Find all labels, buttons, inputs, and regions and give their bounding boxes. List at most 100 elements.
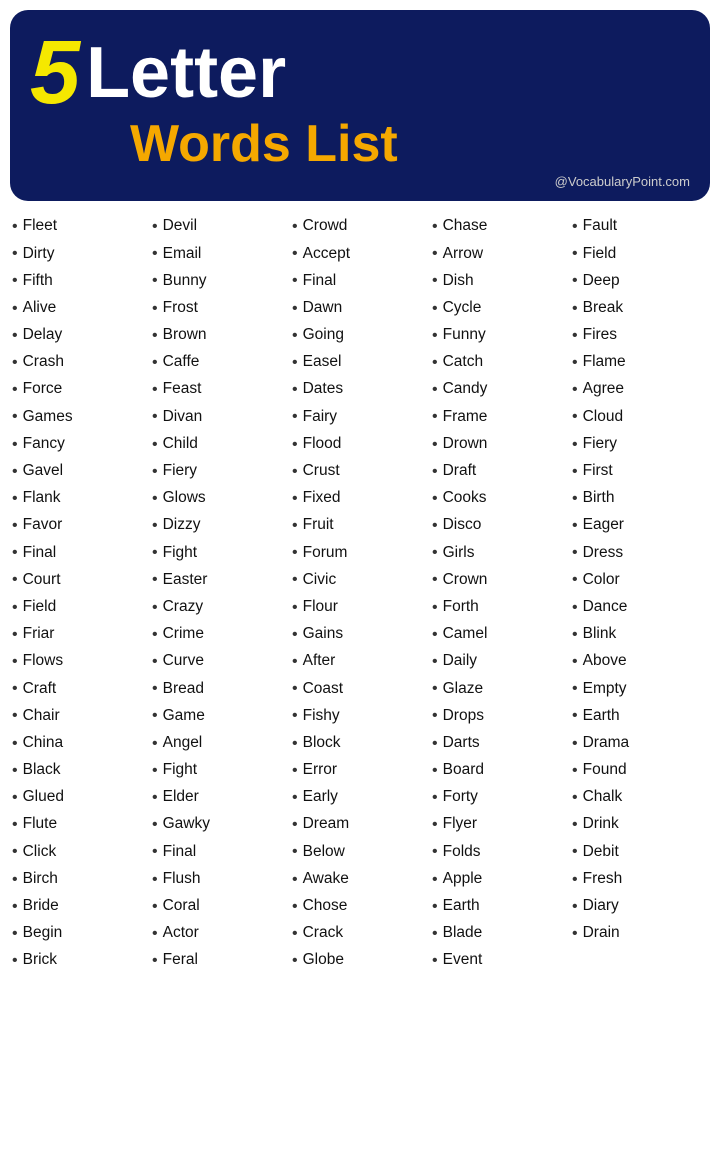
list-item: •Deep bbox=[572, 267, 708, 294]
bullet-icon: • bbox=[572, 487, 578, 510]
list-item: •Craft bbox=[12, 675, 148, 702]
list-item: •Cooks bbox=[432, 485, 568, 512]
bullet-icon: • bbox=[12, 623, 18, 646]
bullet-icon: • bbox=[572, 269, 578, 292]
list-item: •Earth bbox=[432, 893, 568, 920]
header-website: @VocabularyPoint.com bbox=[30, 174, 690, 189]
word-text: Fleet bbox=[23, 215, 57, 237]
word-text: Fairy bbox=[303, 406, 337, 428]
list-item: •Fires bbox=[572, 322, 708, 349]
bullet-icon: • bbox=[152, 487, 158, 510]
word-text: Girls bbox=[443, 542, 475, 564]
word-column-1: •Fleet•Dirty•Fifth•Alive•Delay•Crash•For… bbox=[10, 213, 150, 974]
content-area: •Fleet•Dirty•Fifth•Alive•Delay•Crash•For… bbox=[0, 209, 720, 984]
bullet-icon: • bbox=[572, 378, 578, 401]
bullet-icon: • bbox=[292, 677, 298, 700]
bullet-icon: • bbox=[152, 949, 158, 972]
word-text: Board bbox=[443, 759, 484, 781]
list-item: •Coral bbox=[152, 893, 288, 920]
bullet-icon: • bbox=[432, 922, 438, 945]
list-item: •Flour bbox=[292, 594, 428, 621]
list-item: •Dress bbox=[572, 539, 708, 566]
list-item: •Chose bbox=[292, 893, 428, 920]
word-text: Error bbox=[303, 759, 337, 781]
bullet-icon: • bbox=[432, 704, 438, 727]
bullet-icon: • bbox=[12, 242, 18, 265]
list-item: •Crime bbox=[152, 621, 288, 648]
word-text: Dress bbox=[583, 542, 623, 564]
bullet-icon: • bbox=[292, 840, 298, 863]
bullet-icon: • bbox=[152, 324, 158, 347]
word-text: Eager bbox=[583, 514, 624, 536]
list-item: •Frost bbox=[152, 295, 288, 322]
list-item: •Elder bbox=[152, 784, 288, 811]
word-text: Chair bbox=[23, 705, 60, 727]
bullet-icon: • bbox=[152, 786, 158, 809]
list-item: •Fishy bbox=[292, 702, 428, 729]
list-item: •Dizzy bbox=[152, 512, 288, 539]
word-text: Drama bbox=[583, 732, 630, 754]
list-item: •Dirty bbox=[12, 240, 148, 267]
bullet-icon: • bbox=[12, 704, 18, 727]
word-text: Brick bbox=[23, 949, 57, 971]
list-item: •Bunny bbox=[152, 267, 288, 294]
word-text: Curve bbox=[163, 650, 204, 672]
word-text: Debit bbox=[583, 841, 619, 863]
list-item: •Forty bbox=[432, 784, 568, 811]
word-text: Favor bbox=[23, 514, 63, 536]
list-item: •Dawn bbox=[292, 295, 428, 322]
word-text: Empty bbox=[583, 678, 627, 700]
word-text: Fresh bbox=[583, 868, 623, 890]
bullet-icon: • bbox=[572, 922, 578, 945]
bullet-icon: • bbox=[12, 786, 18, 809]
word-grid: •Fleet•Dirty•Fifth•Alive•Delay•Crash•For… bbox=[10, 213, 710, 974]
bullet-icon: • bbox=[12, 514, 18, 537]
word-text: Blade bbox=[443, 922, 483, 944]
bullet-icon: • bbox=[292, 895, 298, 918]
word-text: Games bbox=[23, 406, 73, 428]
word-text: Begin bbox=[23, 922, 63, 944]
list-item: •Email bbox=[152, 240, 288, 267]
bullet-icon: • bbox=[292, 378, 298, 401]
word-text: Dizzy bbox=[163, 514, 201, 536]
word-text: Deep bbox=[583, 270, 620, 292]
list-item: •Crazy bbox=[152, 594, 288, 621]
word-text: Crust bbox=[303, 460, 340, 482]
list-item: •Draft bbox=[432, 458, 568, 485]
word-text: Cycle bbox=[443, 297, 482, 319]
word-text: Final bbox=[303, 270, 337, 292]
bullet-icon: • bbox=[12, 813, 18, 836]
word-text: Civic bbox=[303, 569, 337, 591]
word-text: Gawky bbox=[163, 813, 210, 835]
list-item: •Cloud bbox=[572, 403, 708, 430]
bullet-icon: • bbox=[292, 759, 298, 782]
word-text: Fixed bbox=[303, 487, 341, 509]
bullet-icon: • bbox=[432, 596, 438, 619]
bullet-icon: • bbox=[572, 215, 578, 238]
list-item: •Fight bbox=[152, 757, 288, 784]
list-item: •Gawky bbox=[152, 811, 288, 838]
list-item: •Apple bbox=[432, 866, 568, 893]
word-text: Gains bbox=[303, 623, 344, 645]
word-text: Devil bbox=[163, 215, 197, 237]
bullet-icon: • bbox=[12, 433, 18, 456]
word-text: Game bbox=[163, 705, 205, 727]
list-item: •Color bbox=[572, 566, 708, 593]
list-item: •Field bbox=[572, 240, 708, 267]
list-item: •Camel bbox=[432, 621, 568, 648]
list-item: •Favor bbox=[12, 512, 148, 539]
bullet-icon: • bbox=[572, 732, 578, 755]
word-text: Catch bbox=[443, 351, 484, 373]
word-text: Draft bbox=[443, 460, 477, 482]
list-item: •Fifth bbox=[12, 267, 148, 294]
list-item: •Games bbox=[12, 403, 148, 430]
word-text: Flank bbox=[23, 487, 61, 509]
bullet-icon: • bbox=[292, 460, 298, 483]
bullet-icon: • bbox=[152, 514, 158, 537]
word-text: Flyer bbox=[443, 813, 477, 835]
word-text: Camel bbox=[443, 623, 488, 645]
list-item: •Empty bbox=[572, 675, 708, 702]
list-item: •Going bbox=[292, 322, 428, 349]
word-text: Easter bbox=[163, 569, 208, 591]
list-item: •Civic bbox=[292, 566, 428, 593]
